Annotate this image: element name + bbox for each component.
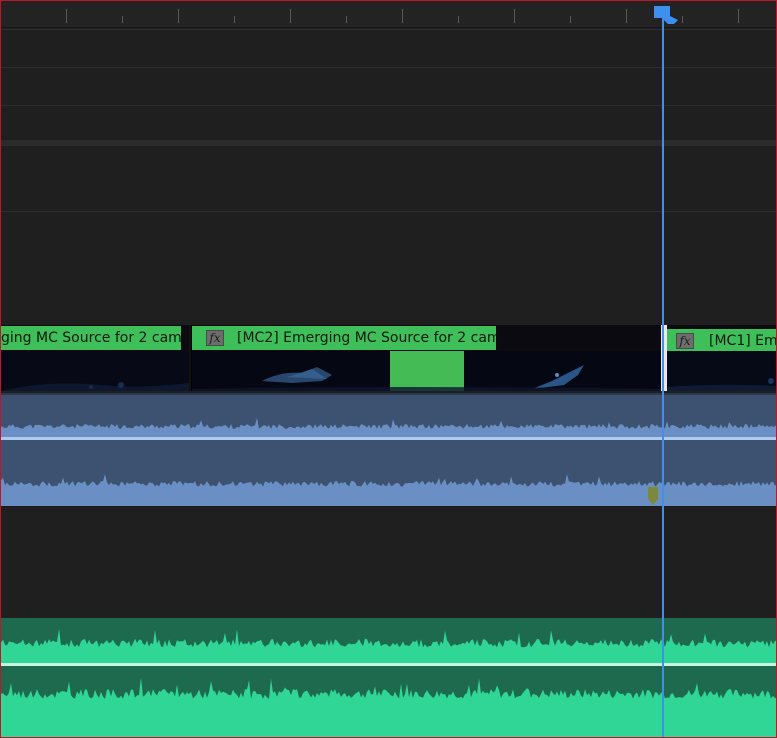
clip-thumbnails [1,351,189,391]
ruler-tick [458,16,459,23]
clip-thumbnails [192,351,661,391]
track-divider [1,29,776,30]
thumbnail-image [667,351,776,391]
fx-badge[interactable]: fx [206,330,224,346]
clip-header[interactable]: fx [MC1] Eme [667,329,777,353]
ruler-tick [122,16,123,23]
ruler-tick [346,16,347,23]
audio-waveform-a1 [1,393,776,506]
thumbnail-image [1,351,189,391]
thumbnail-image [192,351,661,391]
track-group-divider [1,140,776,146]
green-frame [390,351,464,391]
clip-label: [MC2] Emerging MC Source for 2 cam edit [237,330,496,346]
clip-header[interactable]: fx [MC2] Emerging MC Source for 2 cam ed… [192,326,496,350]
ruler-tick [682,16,683,23]
ruler-tick [234,16,235,23]
clip-label: [MC1] Eme [709,333,777,349]
keyframe-marker-icon[interactable] [647,487,659,505]
playhead-handle-icon[interactable] [654,6,678,24]
ruler-tick [178,9,179,23]
clip-label: ging MC Source for 2 cam edit [1,330,181,346]
clip-header[interactable]: ging MC Source for 2 cam edit [1,326,181,350]
track-divider [1,67,776,68]
ruler-tick [738,9,739,23]
ruler-tick [626,9,627,23]
playhead-line[interactable] [662,11,664,737]
track-divider [1,506,776,507]
ruler-tick [66,9,67,23]
ruler-tick [402,9,403,23]
video-track-v1[interactable]: ging MC Source for 2 cam edit fx [MC2] E… [1,325,777,391]
video-clip[interactable]: fx [MC2] Emerging MC Source for 2 cam ed… [191,325,661,391]
clip-thumbnails [667,351,776,391]
fx-badge[interactable]: fx [676,333,694,349]
video-clip[interactable]: fx [MC1] Eme [667,325,777,391]
audio-waveform-a2 [1,618,776,737]
ruler-tick [514,9,515,23]
timeline-panel[interactable]: ging MC Source for 2 cam edit fx [MC2] E… [0,0,777,738]
clip-header-end [181,326,189,350]
track-divider [1,211,776,212]
video-clip[interactable]: ging MC Source for 2 cam edit [1,325,189,391]
audio-track-a1[interactable] [1,393,776,506]
ruler-tick [570,16,571,23]
ruler-tick [290,9,291,23]
audio-track-a2[interactable] [1,618,776,737]
track-divider [1,105,776,106]
